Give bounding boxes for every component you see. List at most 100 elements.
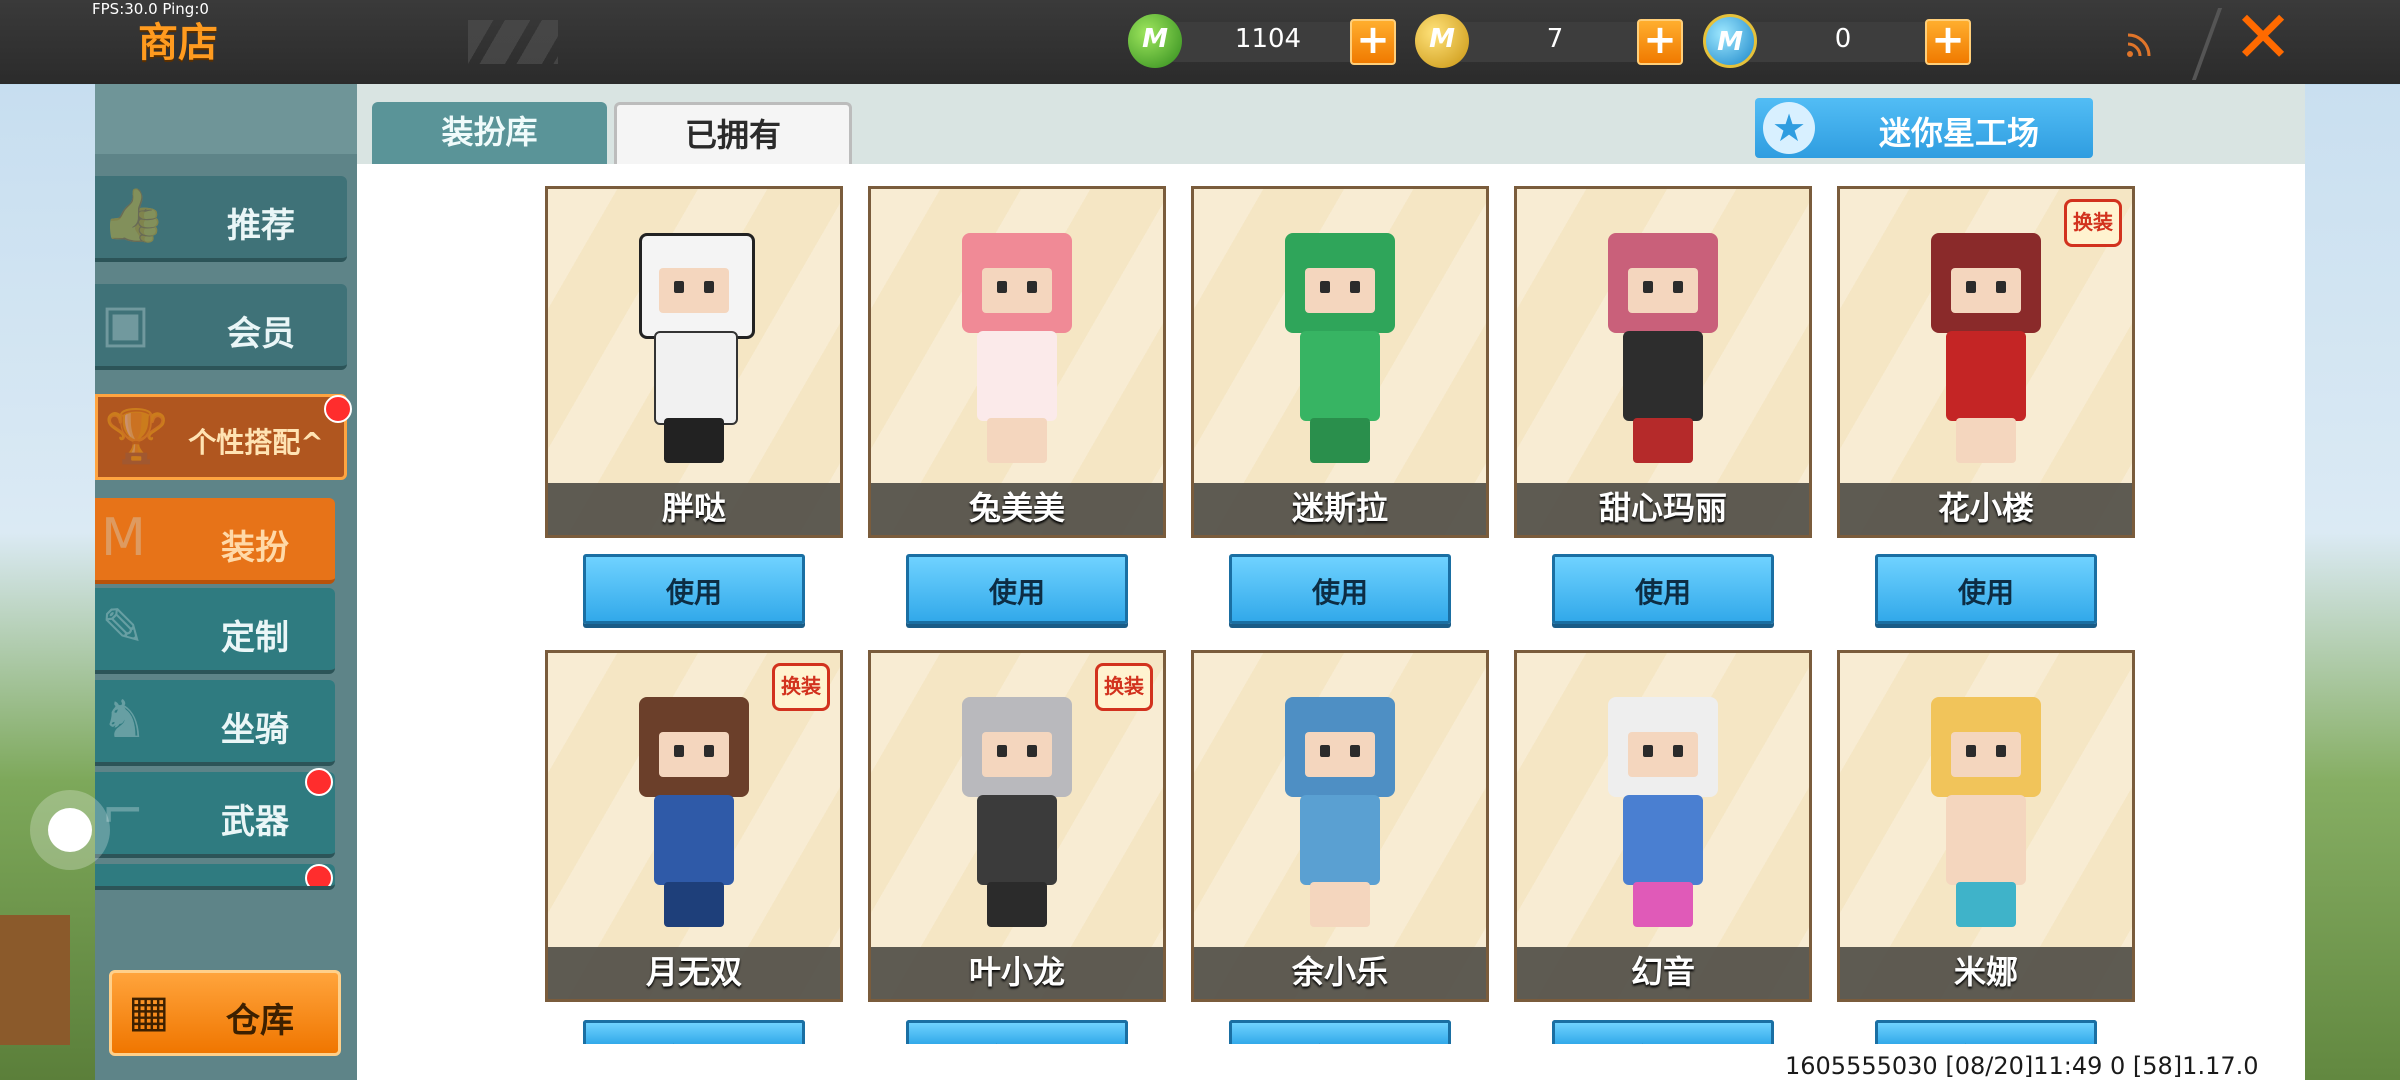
sidebar-item-mount[interactable]: ♞ 坐骑	[95, 680, 335, 766]
sidebar-item-label: 坐骑	[221, 710, 289, 750]
sidebar-item-member[interactable]: ▣ 会员	[95, 284, 347, 370]
sidebar-header	[95, 84, 357, 154]
mini-studio-button[interactable]: ★ 迷你星工场	[1755, 98, 2093, 158]
costume-name: 花小楼	[1937, 489, 2034, 527]
use-button[interactable]: 使用	[906, 554, 1128, 624]
floating-joystick[interactable]	[30, 790, 110, 870]
costume-name: 胖哒	[661, 489, 726, 527]
sidebar-item-label: 装扮	[221, 528, 289, 568]
swap-outfit-badge: 换装	[2064, 199, 2122, 247]
thumbs-up-icon: 👍	[101, 186, 166, 246]
costume-name: 叶小龙	[968, 953, 1065, 991]
add-coins-button[interactable]: +	[1637, 19, 1683, 65]
character-flower	[1911, 213, 2061, 463]
add-beans-button[interactable]: +	[1350, 19, 1396, 65]
divider	[2191, 8, 2223, 80]
use-button[interactable]: 使用	[1552, 554, 1774, 624]
sidebar-item-label: 个性搭配^	[188, 426, 324, 459]
use-button[interactable]: 使用	[906, 1020, 1128, 1044]
character-shark	[1265, 677, 1415, 927]
character-bunny	[942, 213, 1092, 463]
character-leaf-dragon	[942, 677, 1092, 927]
sidebar-item-custom[interactable]: ✎ 定制	[95, 588, 335, 674]
currency-value: 7	[1546, 24, 1564, 54]
build-info: 1605555030 [08/20]11:49 0 [58]1.17.0	[1785, 1052, 2259, 1080]
sidebar-item-label: 武器	[221, 802, 289, 842]
character-phantom-sound	[1588, 677, 1738, 927]
currency-blue-points: M 0 +	[1703, 14, 2033, 70]
decorative-stripes	[468, 20, 558, 64]
costume-icon: M	[101, 508, 146, 568]
warehouse-button[interactable]: ▦ 仓库	[109, 970, 341, 1056]
swap-outfit-badge: 换装	[772, 663, 830, 711]
character-mermaid	[1911, 677, 2061, 927]
caret-up-icon: ^	[300, 426, 324, 459]
costume-card[interactable]: 胖哒	[545, 186, 843, 538]
costume-card[interactable]: 换装 叶小龙	[868, 650, 1166, 1002]
page-title: 商店	[138, 20, 218, 66]
use-button[interactable]: 使用	[1229, 554, 1451, 624]
tab-owned[interactable]: 已拥有	[614, 102, 852, 164]
mount-icon: ♞	[101, 690, 148, 750]
currency-value: 1104	[1234, 24, 1302, 54]
sidebar-item-label: 推荐	[227, 206, 295, 246]
costume-name: 甜心玛丽	[1598, 489, 1727, 527]
close-button[interactable]: ✕	[2230, 1, 2296, 73]
costume-name: 月无双	[645, 953, 742, 991]
use-button[interactable]: 使用	[1229, 1020, 1451, 1044]
currency-green-beans: M 1104 +	[1128, 14, 1458, 70]
sidebar-item-weapon[interactable]: ⌐ 武器	[95, 768, 335, 858]
swap-outfit-badge: 换装	[1095, 663, 1153, 711]
costume-card[interactable]: 米娜	[1837, 650, 2135, 1002]
signal-icon	[2127, 33, 2151, 57]
costume-card[interactable]: 幻音	[1514, 650, 1812, 1002]
costume-card[interactable]: 兔美美	[868, 186, 1166, 538]
notification-dot	[324, 395, 352, 423]
top-bar: FPS:30.0 Ping:0 商店 M 1104 + M 7 + M 0 + …	[0, 0, 2400, 84]
character-sweetheart	[1588, 213, 1738, 463]
costume-card[interactable]: 余小乐	[1191, 650, 1489, 1002]
costume-name: 余小乐	[1291, 953, 1388, 991]
costume-name: 米娜	[1953, 953, 2018, 991]
sidebar-item-label: 定制	[221, 618, 289, 658]
main-panel: 装扮库 已拥有 ★ 迷你星工场 胖哒 兔美美 迷斯拉 甜心玛丽 换装 花小楼 使…	[357, 84, 2305, 1080]
background-scenery-left	[0, 85, 95, 1080]
costume-card[interactable]: 换装 月无双	[545, 650, 843, 1002]
notification-dot	[305, 768, 333, 796]
scenery-block	[0, 915, 70, 1045]
trophy-icon: 🏆	[104, 407, 169, 467]
use-button[interactable]: 使用	[1552, 1020, 1774, 1044]
star-icon: ★	[1763, 102, 1815, 154]
sidebar-item-costume[interactable]: M 装扮	[95, 498, 335, 584]
gun-icon: ⌐	[101, 782, 145, 842]
costume-grid: 胖哒 兔美美 迷斯拉 甜心玛丽 换装 花小楼 使用 使用 使用 使用 使用 换装…	[357, 164, 2305, 1080]
costume-name: 兔美美	[968, 489, 1065, 527]
use-button[interactable]: 使用	[583, 1020, 805, 1044]
background-scenery-right	[2305, 85, 2400, 1080]
use-button[interactable]: 使用	[583, 554, 805, 624]
member-icon: ▣	[101, 294, 151, 354]
costume-name: 幻音	[1630, 953, 1695, 991]
notification-dot	[305, 864, 333, 886]
character-moon	[619, 677, 769, 927]
add-points-button[interactable]: +	[1925, 19, 1971, 65]
joystick-knob[interactable]	[48, 808, 92, 852]
costume-card[interactable]: 迷斯拉	[1191, 186, 1489, 538]
sidebar-item-partial[interactable]	[95, 864, 335, 890]
character-dino	[1265, 213, 1415, 463]
sidebar-item-label: 会员	[227, 314, 295, 354]
character-panda	[619, 213, 769, 463]
sidebar-item-recommend[interactable]: 👍 推荐	[95, 176, 347, 262]
sidebar-item-personal-style[interactable]: 🏆 个性搭配^	[95, 394, 352, 480]
costume-card[interactable]: 甜心玛丽	[1514, 186, 1812, 538]
use-button[interactable]: 使用	[1875, 1020, 2097, 1044]
currency-gold-coins: M 7 +	[1415, 14, 1745, 70]
currency-value: 0	[1834, 24, 1852, 54]
chest-icon: ▦	[128, 986, 170, 1037]
sidebar: 👍 推荐 ▣ 会员 🏆 个性搭配^ M 装扮 ✎ 定制 ♞ 坐骑 ⌐ 武器 ▦ …	[95, 84, 357, 1080]
pencil-icon: ✎	[101, 598, 145, 658]
use-button[interactable]: 使用	[1875, 554, 2097, 624]
costume-name: 迷斯拉	[1291, 489, 1388, 527]
costume-card[interactable]: 换装 花小楼	[1837, 186, 2135, 538]
tab-costume-library[interactable]: 装扮库	[372, 102, 607, 164]
